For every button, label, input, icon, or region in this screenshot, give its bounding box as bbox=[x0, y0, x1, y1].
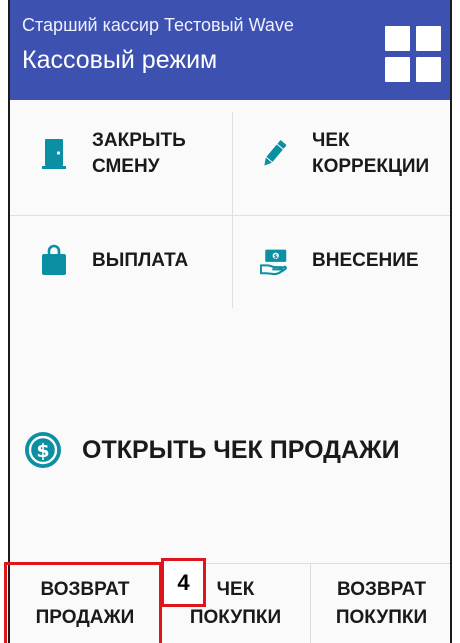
deposit-button[interactable]: $ ВНЕСЕНИЕ bbox=[232, 207, 450, 314]
correction-receipt-button[interactable]: ЧЕК КОРРЕКЦИИ bbox=[232, 100, 450, 207]
device-frame: Старший кассир Тестовый Wave Кассовый ре… bbox=[8, 0, 452, 643]
actions-grid: ЗАКРЫТЬ СМЕНУ ЧЕК КОРРЕКЦИИ ВЫПЛАТА $ ВН… bbox=[10, 100, 450, 314]
grid-icon bbox=[385, 57, 410, 82]
grid-icon bbox=[416, 26, 441, 51]
step-number-badge: 4 bbox=[161, 558, 206, 607]
grid-icon bbox=[385, 26, 410, 51]
correction-receipt-label: ЧЕК КОРРЕКЦИИ bbox=[312, 129, 430, 177]
payout-button[interactable]: ВЫПЛАТА bbox=[10, 207, 232, 314]
grid-menu-button[interactable] bbox=[385, 26, 441, 82]
dollar-circle-icon: $ bbox=[25, 432, 61, 468]
return-sale-button[interactable]: ВОЗВРАТ ПРОДАЖИ bbox=[10, 564, 160, 643]
pencil-icon bbox=[264, 139, 287, 165]
svg-text:$: $ bbox=[36, 440, 49, 462]
screen: Старший кассир Тестовый Wave Кассовый ре… bbox=[0, 0, 460, 643]
bottom-action-bar: ВОЗВРАТ ПРОДАЖИ ЧЕК ПОКУПКИ ВОЗВРАТ ПОКУ… bbox=[10, 563, 450, 643]
close-shift-button[interactable]: ЗАКРЫТЬ СМЕНУ bbox=[10, 100, 232, 207]
open-sale-receipt-button[interactable]: $ ОТКРЫТЬ ЧЕК ПРОДАЖИ bbox=[10, 410, 450, 490]
close-shift-label: ЗАКРЫТЬ СМЕНУ bbox=[92, 129, 186, 177]
cash-hand-icon: $ bbox=[260, 249, 287, 275]
door-icon bbox=[42, 138, 66, 169]
header-title: Кассовый режим bbox=[22, 46, 218, 74]
svg-text:$: $ bbox=[274, 253, 278, 260]
header-subtitle: Старший кассир Тестовый Wave bbox=[22, 15, 294, 35]
open-sale-receipt-label: ОТКРЫТЬ ЧЕК ПРОДАЖИ bbox=[82, 435, 400, 464]
grid-icon bbox=[416, 57, 441, 82]
return-purchase-button[interactable]: ВОЗВРАТ ПОКУПКИ bbox=[310, 564, 450, 643]
bag-icon bbox=[42, 244, 66, 275]
deposit-label: ВНЕСЕНИЕ bbox=[312, 249, 419, 271]
app-header: Старший кассир Тестовый Wave Кассовый ре… bbox=[10, 0, 450, 100]
payout-label: ВЫПЛАТА bbox=[92, 249, 189, 271]
